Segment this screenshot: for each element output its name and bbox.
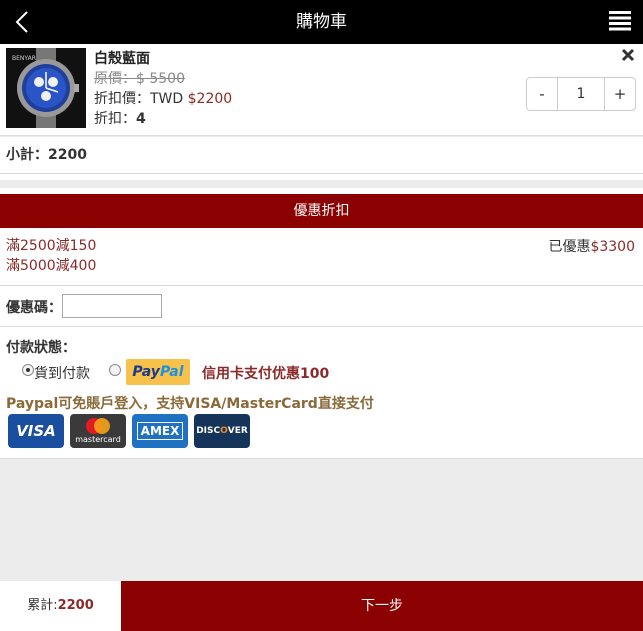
mastercard-logo: mastercard (70, 414, 126, 448)
discover-text-b: VER (227, 426, 248, 436)
discount-price-value: $2200 (187, 91, 233, 107)
mastercard-text: mastercard (75, 435, 121, 444)
cart-item: BENYAR 白殼藍面 原價：$ 5500 折扣價：TWD $2200 折扣：4… (0, 44, 643, 136)
coupon-label: 優惠碼： (6, 300, 62, 316)
cod-radio[interactable] (22, 364, 34, 376)
item-info: 白殼藍面 原價：$ 5500 折扣價：TWD $2200 折扣：4 (94, 49, 232, 129)
brand-text: BENYAR (12, 55, 36, 62)
payment-label: 付款狀態： (6, 340, 76, 356)
paypal-text-a: Pay (132, 364, 160, 380)
product-image[interactable]: BENYAR (6, 48, 86, 128)
card-logos: VISA mastercard AMEX DISC O VER (8, 414, 250, 448)
discount-rate-label: 折扣： (94, 111, 136, 127)
close-icon[interactable] (621, 48, 635, 62)
saved-label: 已優惠 (548, 239, 591, 255)
discover-text-a: DISC (196, 426, 221, 436)
discount-rule: 滿2500減150 (6, 238, 97, 254)
discount-price-label: 折扣價：TWD (94, 91, 188, 107)
subtotal: 小計：2200 (0, 137, 643, 174)
next-step-button[interactable]: 下一步 (121, 581, 643, 631)
visa-logo: VISA (8, 414, 64, 448)
total-amount: 累計:2200 (0, 581, 121, 631)
paypal-text-b: Pal (159, 364, 184, 380)
page-title: 購物車 (296, 12, 347, 32)
amex-logo: AMEX (132, 414, 188, 448)
coupon-row: 優惠碼： (0, 286, 643, 327)
discount-header: 優惠折扣 (0, 194, 643, 228)
decrease-button[interactable]: - (527, 78, 557, 110)
total-label: 累計: (27, 598, 58, 613)
mastercard-circles (84, 418, 112, 434)
total-value: 2200 (57, 598, 94, 613)
discover-text-o: O (220, 426, 228, 436)
product-name[interactable]: 白殼藍面 (94, 49, 232, 69)
cod-label[interactable]: 貨到付款 (34, 363, 90, 383)
paypal-logo[interactable]: PayPal (126, 359, 190, 385)
paypal-note: Paypal可免賬戶登入，支持VISA/MasterCard直接支付 (6, 396, 374, 412)
amex-text: AMEX (136, 422, 184, 440)
original-price: 原價：$ 5500 (94, 71, 185, 87)
discount-rules: 滿2500減150 滿5000減400 (6, 236, 96, 276)
saved-value: $3300 (590, 239, 635, 255)
discount-rule: 滿5000減400 (6, 258, 97, 274)
discount-price: 折扣價：TWD $2200 (94, 89, 232, 109)
credit-card-promo: 信用卡支付优惠100 (202, 366, 330, 382)
watch-image: BENYAR (6, 48, 86, 128)
quantity-value[interactable]: 1 (557, 78, 605, 110)
top-nav-bar: 購物車 (0, 0, 643, 44)
coupon-input[interactable] (62, 294, 162, 318)
hamburger-menu-icon[interactable] (609, 11, 631, 31)
discount-rate-value: 4 (136, 111, 146, 127)
saved-amount: 已優惠$3300 (548, 236, 635, 256)
increase-button[interactable]: + (605, 78, 635, 110)
payment-section: 付款狀態： 貨到付款 PayPal 信用卡支付优惠100 Paypal可免賬戶登… (0, 327, 643, 459)
discount-rate: 折扣：4 (94, 109, 232, 129)
discover-logo: DISC O VER (194, 414, 250, 448)
spacer (0, 174, 643, 180)
quantity-stepper: - 1 + (526, 77, 636, 111)
paypal-radio[interactable] (109, 364, 121, 376)
checkout-bar: 累計:2200 下一步 (0, 581, 643, 631)
discount-panel: 滿2500減150 滿5000減400 已優惠$3300 (0, 228, 643, 286)
